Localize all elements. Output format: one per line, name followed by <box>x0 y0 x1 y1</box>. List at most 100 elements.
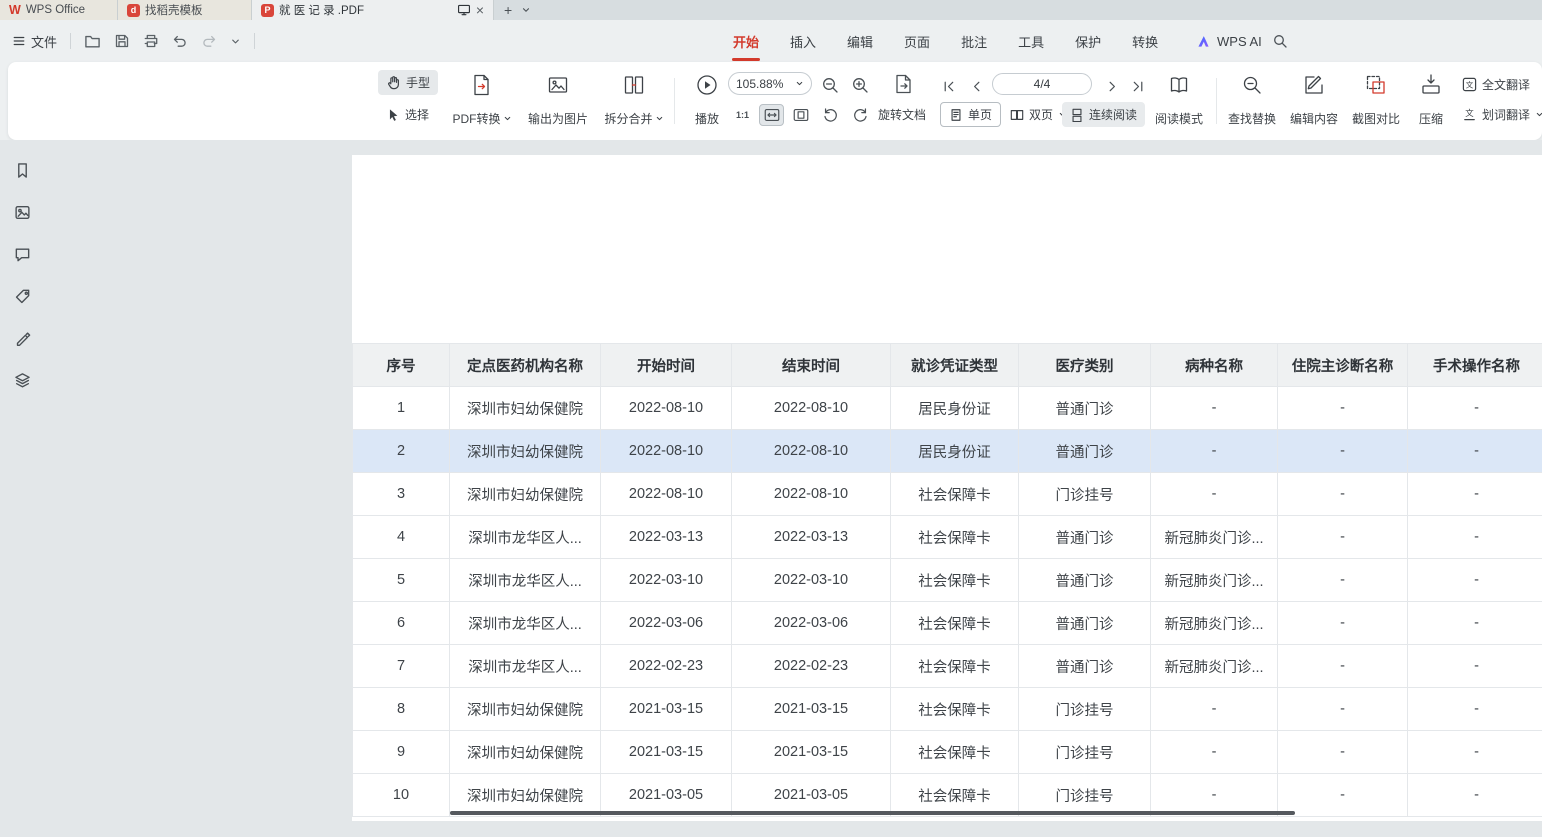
attachment-tag-icon[interactable] <box>12 286 32 306</box>
continuous-reading-button[interactable]: 连续阅读 <box>1062 102 1145 127</box>
undo-icon[interactable] <box>172 33 188 49</box>
bookmark-icon[interactable] <box>12 160 32 180</box>
export-image-icon <box>546 73 570 97</box>
screenshot-compare-button[interactable]: 截图对比 <box>1346 70 1406 132</box>
horizontal-scrollbar-thumb[interactable] <box>450 811 1295 815</box>
select-tool-button[interactable]: 选择 <box>378 102 437 127</box>
separator <box>1216 78 1217 124</box>
redo-icon[interactable] <box>201 33 217 49</box>
thumbnail-panel-icon[interactable] <box>12 202 32 222</box>
table-cell: 普通门诊 <box>1019 645 1151 688</box>
menu-bar: 文件 开始 插入 编辑 页面 批注 工具 保护 转换 <box>0 20 1542 62</box>
menu-tab-insert[interactable]: 插入 <box>790 20 816 62</box>
layers-icon[interactable] <box>12 370 32 390</box>
left-panel-toolbar <box>12 160 32 390</box>
chevron-down-icon <box>795 79 804 88</box>
screenshot-compare-label: 截图对比 <box>1352 110 1400 127</box>
fit-width-button[interactable] <box>759 104 784 126</box>
record-table: 序号定点医药机构名称开始时间结束时间就诊凭证类型医疗类别病种名称住院主诊断名称手… <box>352 343 1542 817</box>
fit-page-button[interactable] <box>788 104 813 126</box>
table-cell: - <box>1151 473 1278 516</box>
search-icon[interactable] <box>1272 33 1288 49</box>
export-image-button[interactable]: 输出为图片 <box>518 70 598 132</box>
tab-label: 找稻壳模板 <box>145 2 203 18</box>
table-cell: 2022-08-10 <box>601 387 732 430</box>
table-cell: 社会保障卡 <box>891 473 1019 516</box>
table-cell: 2021-03-15 <box>601 731 732 774</box>
first-page-icon[interactable] <box>936 74 960 98</box>
tab-wps-office[interactable]: W WPS Office <box>0 0 118 20</box>
menu-tab-protect[interactable]: 保护 <box>1075 20 1101 62</box>
table-cell: - <box>1278 516 1408 559</box>
save-icon[interactable] <box>114 33 130 49</box>
menu-tab-convert[interactable]: 转换 <box>1132 20 1158 62</box>
table-cell: - <box>1408 688 1542 731</box>
column-header: 医疗类别 <box>1019 344 1151 387</box>
actual-size-button[interactable]: 1:1 <box>730 104 755 126</box>
find-replace-button[interactable]: 查找替换 <box>1222 70 1282 132</box>
split-merge-button[interactable]: 拆分合并 <box>596 70 672 132</box>
table-cell: 7 <box>353 645 450 688</box>
single-page-label: 单页 <box>968 106 992 123</box>
table-cell: - <box>1278 774 1408 817</box>
table-cell: 深圳市妇幼保健院 <box>450 430 601 473</box>
separator <box>70 33 71 49</box>
print-icon[interactable] <box>143 33 159 49</box>
menu-tab-page[interactable]: 页面 <box>904 20 930 62</box>
rotate-right-icon[interactable] <box>848 103 872 127</box>
new-tab-button[interactable]: + <box>504 2 512 18</box>
table-cell: 深圳市龙华区人... <box>450 602 601 645</box>
zoom-in-icon[interactable] <box>848 73 872 97</box>
zoom-out-icon[interactable] <box>818 73 842 97</box>
menu-tab-tools[interactable]: 工具 <box>1018 20 1044 62</box>
file-menu-button[interactable]: 文件 <box>12 32 57 51</box>
rotate-document-button[interactable]: 旋转文档 <box>874 102 930 127</box>
comment-panel-icon[interactable] <box>12 244 32 264</box>
column-header: 就诊凭证类型 <box>891 344 1019 387</box>
page-number-input[interactable] <box>992 73 1092 95</box>
cursor-icon <box>386 108 400 122</box>
play-button[interactable]: 播放 <box>684 70 730 132</box>
next-page-icon[interactable] <box>1100 74 1124 98</box>
word-translate-button[interactable]: 文 划词翻译 <box>1454 102 1542 127</box>
tab-docer-templates[interactable]: d 找稻壳模板 <box>118 0 252 20</box>
tab-label: 就 医 记 录 .PDF <box>279 2 364 18</box>
tab-document-pdf[interactable]: P 就 医 记 录 .PDF × <box>252 0 494 20</box>
previous-page-icon[interactable] <box>964 74 988 98</box>
column-header: 定点医药机构名称 <box>450 344 601 387</box>
table-cell: - <box>1408 559 1542 602</box>
tab-list-chevron-icon[interactable] <box>521 5 531 15</box>
undo-history-chevron-icon[interactable] <box>230 36 241 47</box>
wps-ai-button[interactable]: WPS AI <box>1196 20 1262 62</box>
monitor-icon[interactable] <box>457 3 471 17</box>
table-cell: 深圳市龙华区人... <box>450 645 601 688</box>
table-cell: 深圳市妇幼保健院 <box>450 387 601 430</box>
menu-tab-home[interactable]: 开始 <box>733 20 759 62</box>
single-page-button[interactable]: 单页 <box>940 102 1001 127</box>
hand-icon <box>386 75 401 90</box>
compress-button[interactable]: 压缩 <box>1408 70 1454 132</box>
close-tab-icon[interactable]: × <box>476 3 484 17</box>
open-file-icon[interactable] <box>84 33 101 50</box>
rotate-left-icon[interactable] <box>818 103 842 127</box>
edit-content-button[interactable]: 编辑内容 <box>1284 70 1344 132</box>
full-translate-button[interactable]: 文 全文翻译 <box>1454 72 1538 97</box>
chevron-down-icon <box>1535 110 1542 119</box>
table-cell: 社会保障卡 <box>891 645 1019 688</box>
zoom-level-combobox[interactable]: 105.88% <box>728 72 812 95</box>
signature-pen-icon[interactable] <box>12 328 32 348</box>
table-cell: - <box>1408 473 1542 516</box>
table-row: 9深圳市妇幼保健院2021-03-152021-03-15社会保障卡门诊挂号--… <box>353 731 1542 774</box>
pdf-convert-button[interactable]: PDF转换 <box>446 70 518 132</box>
pdf-page[interactable]: 序号定点医药机构名称开始时间结束时间就诊凭证类型医疗类别病种名称住院主诊断名称手… <box>352 155 1542 821</box>
table-cell: 2 <box>353 430 450 473</box>
menu-tab-edit[interactable]: 编辑 <box>847 20 873 62</box>
hand-tool-button[interactable]: 手型 <box>378 70 438 95</box>
last-page-icon[interactable] <box>1126 74 1150 98</box>
reading-mode-button[interactable]: 阅读模式 <box>1148 70 1210 132</box>
table-cell: 2022-02-23 <box>601 645 732 688</box>
table-row: 1深圳市妇幼保健院2022-08-102022-08-10居民身份证普通门诊--… <box>353 387 1542 430</box>
extract-pages-icon[interactable] <box>892 72 916 96</box>
menu-tab-comment[interactable]: 批注 <box>961 20 987 62</box>
table-row: 7深圳市龙华区人...2022-02-232022-02-23社会保障卡普通门诊… <box>353 645 1542 688</box>
